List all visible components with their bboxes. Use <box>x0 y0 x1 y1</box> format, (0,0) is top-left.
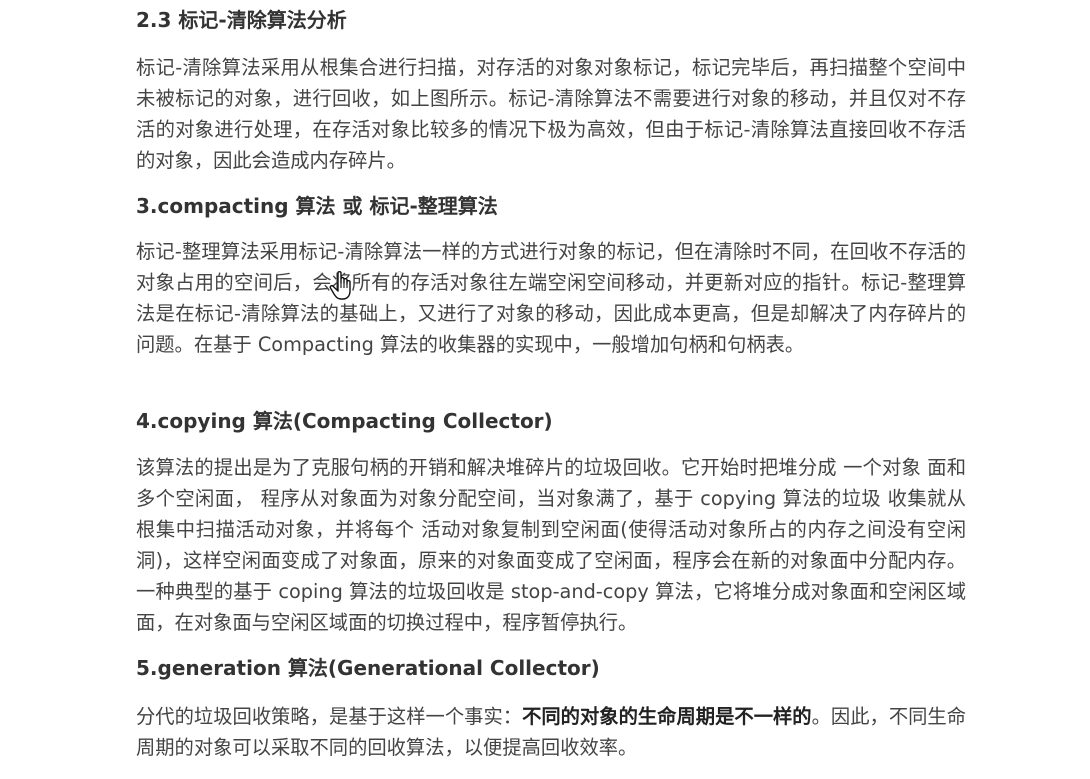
section-body-copying: 该算法的提出是为了克服句柄的开销和解决堆碎片的垃圾回收。它开始时把堆分成 一个对… <box>136 456 966 634</box>
generation-body-intro: 分代的垃圾回收策略，是基于这样一个事实： <box>136 705 523 728</box>
section-heading-compacting: 3.compacting 算法 或 标记-整理算法 <box>136 194 498 218</box>
hand-pointer-icon <box>329 271 351 300</box>
generation-body-emphasis: 不同的对象的生命周期是不一样的 <box>522 705 812 728</box>
section-heading-mark-sweep: 2.3 标记-清除算法分析 <box>136 8 347 32</box>
section-body-generation: 分代的垃圾回收策略，是基于这样一个事实：不同的对象的生命周期是不一样的。因此，不… <box>136 701 966 763</box>
section-body-compacting: 标记-整理算法采用标记-清除算法一样的方式进行对象的标记，但在清除时不同，在回收… <box>136 240 966 356</box>
section-heading-generation: 5.generation 算法(Generational Collector) <box>136 656 600 680</box>
section-heading-copying: 4.copying 算法(Compacting Collector) <box>136 409 553 433</box>
section-body-mark-sweep: 标记-清除算法采用从根集合进行扫描，对存活的对象对象标记，标记完毕后，再扫描整个… <box>136 56 966 172</box>
